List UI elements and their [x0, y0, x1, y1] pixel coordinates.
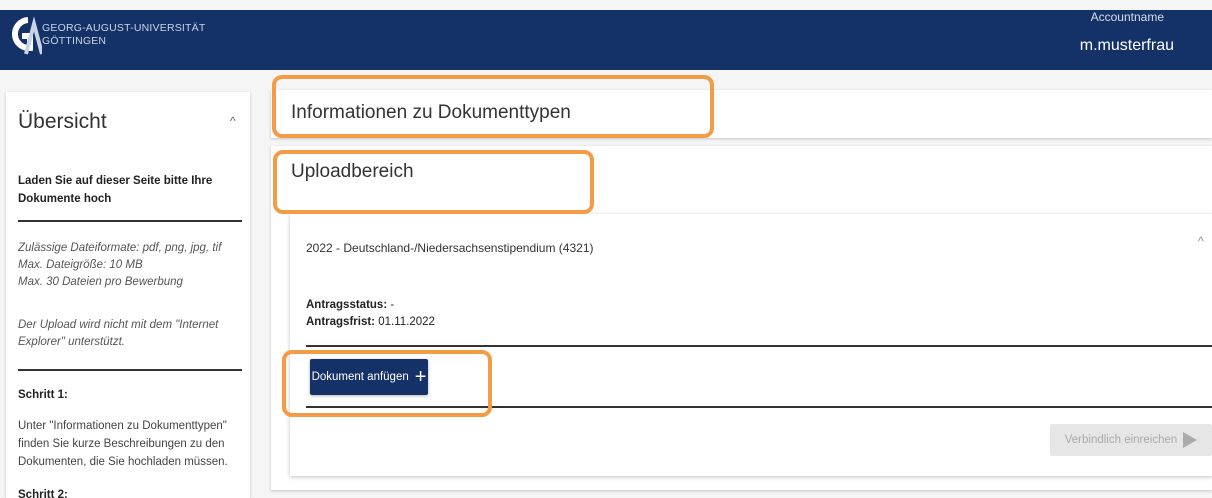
- max-files: Max. 30 Dateien pro Bewerbung: [18, 276, 183, 288]
- account-name[interactable]: m.musterfrau: [1080, 37, 1174, 55]
- status-label: Antragsstatus:: [306, 299, 388, 311]
- sidebar-title: Übersicht: [18, 110, 107, 133]
- deadline-value: 01.11.2022: [378, 316, 435, 328]
- sidebar-intro: Laden Sie auf dieser Seite bitte Ihre Do…: [18, 175, 213, 205]
- max-file-size: Max. Dateigröße: 10 MB: [18, 259, 143, 271]
- step1-title: Schritt 1:: [18, 389, 68, 401]
- highlight-document-types: [272, 75, 714, 138]
- sidebar-divider: [18, 369, 242, 371]
- arrow-right-icon: [1183, 432, 1198, 448]
- internet-explorer-note: Der Upload wird nicht mit dem "Internet …: [18, 319, 219, 348]
- application-card: 2022 - Deutschland-/Niedersachsenstipend…: [290, 214, 1212, 476]
- chevron-up-icon[interactable]: ^: [230, 114, 236, 128]
- status-value: -: [390, 299, 395, 311]
- top-navigation-bar: GEORG-AUGUST-UNIVERSITÄT GÖTTINGEN Accou…: [0, 10, 1212, 70]
- university-name[interactable]: GEORG-AUGUST-UNIVERSITÄT GÖTTINGEN: [42, 22, 205, 48]
- submit-label: Verbindlich einreichen: [1064, 434, 1178, 446]
- submit-button[interactable]: Verbindlich einreichen: [1050, 424, 1212, 456]
- highlight-upload-area: [273, 150, 594, 214]
- application-status: Antragsstatus: - Antragsfrist: 01.11.202…: [306, 297, 435, 331]
- university-name-line2: GÖTTINGEN: [42, 35, 107, 47]
- allowed-formats: Zulässige Dateiformate: pdf, png, jpg, t…: [18, 242, 222, 254]
- university-logo-icon: [11, 16, 42, 55]
- deadline-label: Antragsfrist:: [306, 316, 376, 328]
- highlight-add-document: [282, 350, 492, 417]
- step2-title: Schritt 2:: [18, 489, 68, 498]
- university-name-line1: GEORG-AUGUST-UNIVERSITÄT: [42, 22, 206, 34]
- chevron-up-icon[interactable]: ^: [1198, 234, 1204, 248]
- overview-sidebar: Übersicht ^ Laden Sie auf dieser Seite b…: [6, 92, 250, 498]
- sidebar-divider: [18, 220, 242, 222]
- account-label: Accountname: [1090, 10, 1164, 24]
- step1-text: Unter "Informationen zu Dokumenttypen" f…: [18, 420, 228, 468]
- scholarship-name: 2022 - Deutschland-/Niedersachsenstipend…: [306, 241, 594, 255]
- card-divider: [306, 345, 1212, 347]
